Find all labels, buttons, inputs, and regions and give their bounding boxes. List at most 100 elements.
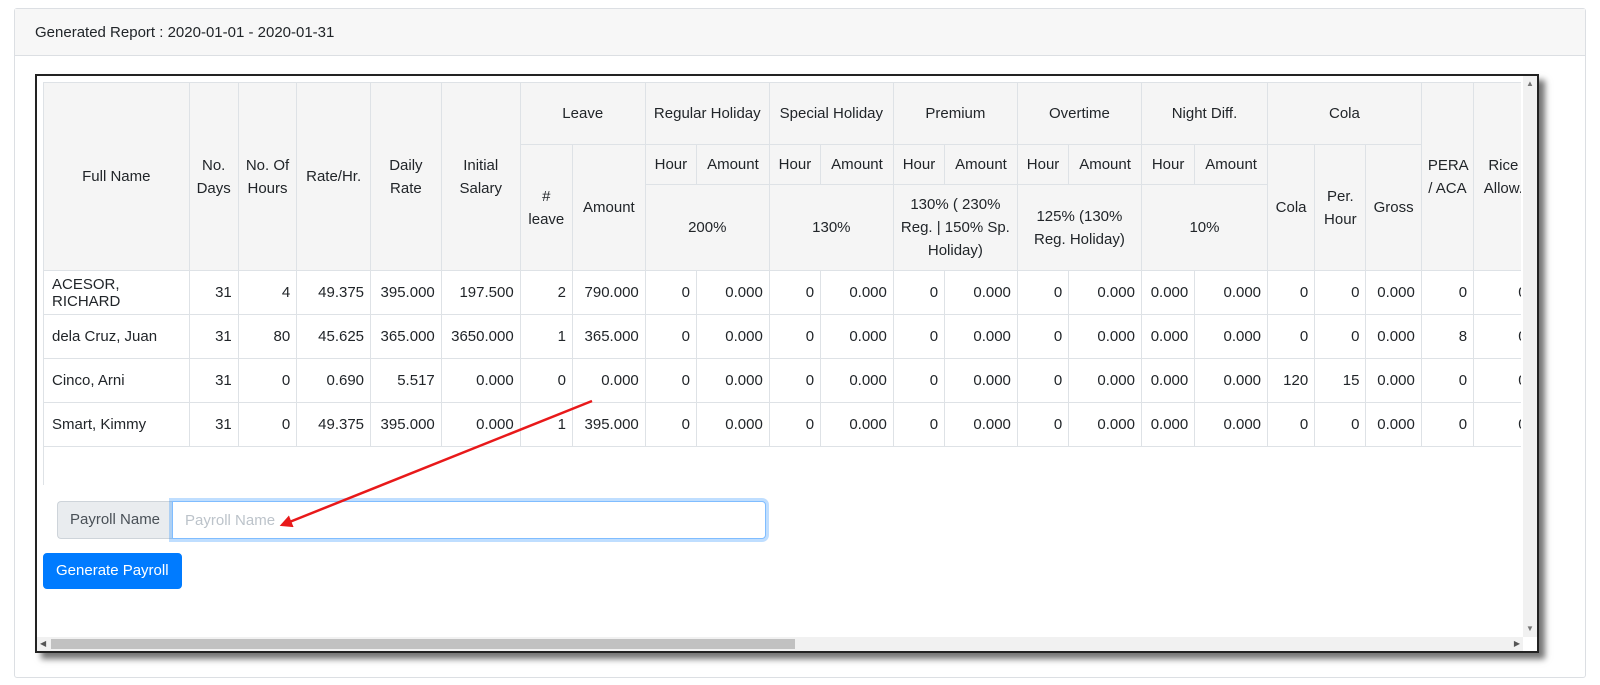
vertical-scrollbar[interactable]: ▲ ▼: [1523, 76, 1537, 637]
header-premium-percent: 130% ( 230% Reg. | 150% Sp. Holiday): [892, 184, 1018, 271]
cell-rice: 0: [1473, 358, 1521, 403]
header-premium-amount: Amount: [944, 144, 1018, 185]
scroll-right-arrow-icon[interactable]: ▶: [1514, 639, 1520, 648]
horizontal-scrollbar-thumb[interactable]: [51, 639, 795, 649]
cell-daily-rate: 365.000: [370, 314, 442, 359]
horizontal-scrollbar[interactable]: ◀ ▶: [37, 637, 1523, 651]
cell-prem-amount: 0.000: [944, 402, 1018, 447]
cell-reg-amount: 0.000: [696, 314, 770, 359]
cell-leave-amount: 365.000: [571, 314, 646, 359]
cell-leave-amount: 790.000: [571, 270, 646, 315]
cell-pera: 0: [1420, 270, 1475, 315]
scroll-left-arrow-icon[interactable]: ◀: [40, 639, 46, 648]
cell-ot-amount: 0.000: [1068, 358, 1142, 403]
cell-nd-hour: 0.000: [1140, 314, 1196, 359]
header-night-amount: Amount: [1194, 144, 1269, 185]
cell-days: 31: [188, 270, 239, 315]
generate-payroll-button[interactable]: Generate Payroll: [43, 553, 182, 589]
cell-prem-hour: 0: [892, 314, 946, 359]
header-night-diff: Night Diff.: [1140, 82, 1269, 145]
cell-ot-hour: 0: [1016, 270, 1070, 315]
report-table-body: ACESOR, RICHARD 31 4 49.375 395.000 197.500 2 7…: [43, 270, 1521, 485]
header-premium: Premium: [892, 82, 1018, 145]
cell-initial-salary: 3650.000: [440, 314, 521, 359]
cell-name: Cinco, Arni: [43, 358, 190, 403]
header-regular-amount: Amount: [696, 144, 770, 185]
payroll-name-label: Payroll Name: [57, 501, 173, 539]
cell-pera: 0: [1420, 402, 1475, 447]
table-spacer-row: [43, 446, 1521, 485]
header-initial-salary: Initial Salary: [440, 82, 521, 271]
cell-cola-per-hour: 0: [1314, 314, 1367, 359]
header-regular-hour: Hour: [644, 144, 698, 185]
cell-ot-hour: 0: [1016, 314, 1070, 359]
scroll-down-arrow-icon[interactable]: ▼: [1526, 625, 1534, 633]
cell-reg-hour: 0: [644, 358, 698, 403]
cell-cola-per-hour: 15: [1314, 358, 1367, 403]
cell-sp-hour: 0: [768, 358, 822, 403]
header-night-percent: 10%: [1140, 184, 1269, 271]
header-pera-aca: PERA / ACA: [1420, 82, 1475, 271]
header-special-amount: Amount: [820, 144, 894, 185]
cell-initial-salary: 0.000: [440, 358, 521, 403]
header-special-hour: Hour: [768, 144, 822, 185]
cell-prem-amount: 0.000: [944, 314, 1018, 359]
cell-ot-hour: 0: [1016, 358, 1070, 403]
cell-leave-count: 1: [519, 314, 573, 359]
cell-ot-amount: 0.000: [1068, 402, 1142, 447]
cell-sp-amount: 0.000: [820, 402, 894, 447]
header-no-days: No. Days: [188, 82, 239, 271]
scroll-up-arrow-icon[interactable]: ▲: [1526, 80, 1534, 88]
cell-hours: 0: [237, 402, 298, 447]
cell-leave-count: 1: [519, 402, 573, 447]
table-row: dela Cruz, Juan 31 80 45.625 365.000 3650.000…: [43, 314, 1521, 359]
cell-reg-hour: 0: [644, 402, 698, 447]
header-cola-gross: Gross: [1365, 144, 1422, 271]
table-row: Cinco, Arni 31 0 0.690 5.517 0.000 0 0.000 0 0.00…: [43, 358, 1521, 403]
cell-nd-hour: 0.000: [1140, 358, 1196, 403]
cell-rate-hr: 45.625: [296, 314, 372, 359]
header-premium-hour: Hour: [892, 144, 946, 185]
cell-ot-amount: 0.000: [1068, 314, 1142, 359]
cell-pera: 0: [1420, 358, 1475, 403]
cell-cola-gross: 0.000: [1365, 314, 1422, 359]
cell-nd-amount: 0.000: [1194, 358, 1269, 403]
header-special-percent: 130%: [768, 184, 894, 271]
cell-nd-amount: 0.000: [1194, 314, 1269, 359]
cell-daily-rate: 395.000: [370, 270, 442, 315]
header-daily-rate: Daily Rate: [370, 82, 442, 271]
cell-reg-amount: 0.000: [696, 270, 770, 315]
table-row: ACESOR, RICHARD 31 4 49.375 395.000 197.500 2 7…: [43, 270, 1521, 315]
cell-sp-amount: 0.000: [820, 314, 894, 359]
cell-leave-amount: 0.000: [571, 358, 646, 403]
cell-ot-amount: 0.000: [1068, 270, 1142, 315]
cell-rice: 0: [1473, 314, 1521, 359]
cell-hours: 4: [237, 270, 298, 315]
cell-name: Smart, Kimmy: [43, 402, 190, 447]
cell-sp-hour: 0: [768, 402, 822, 447]
cell-hours: 80: [237, 314, 298, 359]
cell-cola: 0: [1267, 270, 1316, 315]
cell-cola-gross: 0.000: [1365, 270, 1422, 315]
header-cola-per-hour: Per. Hour: [1314, 144, 1367, 271]
payroll-name-input[interactable]: [172, 501, 767, 539]
cell-sp-hour: 0: [768, 270, 822, 315]
cell-prem-hour: 0: [892, 270, 946, 315]
cell-initial-salary: 197.500: [440, 270, 521, 315]
cell-cola-gross: 0.000: [1365, 358, 1422, 403]
header-overtime-amount: Amount: [1068, 144, 1142, 185]
cell-reg-hour: 0: [644, 270, 698, 315]
cell-days: 31: [188, 314, 239, 359]
cell-ot-hour: 0: [1016, 402, 1070, 447]
report-table-viewport[interactable]: Full Name No. Days No. Of Hours Rate/Hr.…: [43, 82, 1521, 485]
cell-rate-hr: 49.375: [296, 402, 372, 447]
header-overtime: Overtime: [1016, 82, 1142, 145]
report-frame: Full Name No. Days No. Of Hours Rate/Hr.…: [35, 74, 1539, 653]
cell-nd-amount: 0.000: [1194, 402, 1269, 447]
cell-reg-amount: 0.000: [696, 358, 770, 403]
cell-initial-salary: 0.000: [440, 402, 521, 447]
cell-prem-hour: 0: [892, 402, 946, 447]
header-rate-hr: Rate/Hr.: [296, 82, 372, 271]
header-leave: Leave: [519, 82, 646, 145]
cell-cola: 120: [1267, 358, 1316, 403]
